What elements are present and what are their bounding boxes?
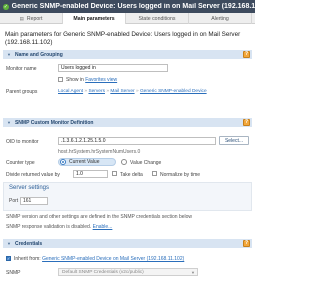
report-icon: ▤ [19,15,24,21]
section-title: SNMP Custom Monitor Definition [14,119,94,126]
inherit-credentials-checkbox[interactable]: ✓ [6,256,11,261]
tab-report-label: Report [26,15,43,22]
divide-label: Divide returned value by [6,172,60,178]
section-header-snmp-definition[interactable]: ▼ SNMP Custom Monitor Definition ? [3,118,252,127]
counter-change-label: Value Change [130,160,162,166]
tab-main-parameters-label: Main parameters [73,15,115,22]
oid-label: OID to monitor [6,139,39,145]
tab-report[interactable]: ▤ Report [0,13,63,24]
tab-alerting-label: Alerting [211,15,229,22]
counter-current-radio[interactable] [60,159,66,165]
counter-current-option[interactable]: Current Value [58,158,116,166]
collapse-arrow-icon: ▼ [7,120,11,125]
port-label: Port [9,198,19,204]
status-ok-icon: ✓ [3,3,9,10]
counter-type-label: Counter type [6,160,35,166]
take-delta-label: Take delta [120,172,143,178]
chevron-down-icon: ▼ [191,270,195,275]
select-oid-button[interactable]: Select... [219,136,249,145]
oid-name-text: host.hrSystem.hrSystemNumUsers.0 [58,149,141,155]
port-input[interactable]: 161 [20,197,48,205]
show-in-favorites-checkbox[interactable] [58,77,63,82]
tab-alerting[interactable]: Alerting [189,13,252,24]
breadcrumb-servers[interactable]: Servers [88,89,105,94]
breadcrumb-separator: » [135,89,139,94]
counter-change-radio[interactable] [121,159,127,165]
tab-bar: ▤ Report Main parameters State condition… [0,13,255,24]
section-header-credentials[interactable]: ▼ Credentials ? [3,239,252,248]
server-settings-panel: Server settings Port 161 [3,182,252,211]
oid-input[interactable]: .1.3.6.1.2.1.25.1.5.0 [58,137,216,145]
server-settings-title: Server settings [9,185,50,191]
validation-status: SNMP response validation is disabled. En… [6,224,113,230]
help-icon[interactable]: ? [243,119,250,126]
breadcrumb-separator: » [84,89,88,94]
monitor-name-label: Monitor name [6,66,37,72]
title-bar: ✓ Generic SNMP-enabled Device: Users log… [0,0,255,13]
help-icon[interactable]: ? [243,51,250,58]
take-delta-checkbox[interactable] [112,171,117,176]
collapse-arrow-icon: ▼ [7,241,11,246]
inherit-from-text: Inherit from: Generic SNMP-enabled Devic… [14,256,185,262]
breadcrumb-separator: » [106,89,109,94]
page-title: Main parameters for Generic SNMP-enabled… [5,31,241,46]
breadcrumb: Local Agent » Servers » Mail Server » Ge… [58,89,207,94]
divide-input[interactable]: 1.0 [73,170,108,178]
section-title: Name and Grouping [14,51,63,58]
help-icon[interactable]: ? [243,240,250,247]
breadcrumb-mail-server[interactable]: Mail Server [110,89,134,94]
snmp-credentials-value: Default SNMP Credentials (v2c/public) [62,270,144,275]
normalize-checkbox[interactable] [152,171,157,176]
snmp-settings-note: SNMP version and other settings are defi… [6,214,193,220]
show-in-favorites-label: Show in Favorites view [66,77,118,83]
snmp-credentials-label: SNMP [6,270,21,276]
inherit-source-link[interactable]: Generic SNMP-enabled Device on Mail Serv… [42,256,184,262]
parent-groups-label: Parent groups [6,89,38,95]
monitor-name-input[interactable]: Users logged in [58,64,168,72]
normalize-label: Normalize by time [160,172,201,178]
tab-state-conditions-label: State conditions [138,15,176,22]
collapse-arrow-icon: ▼ [7,52,11,57]
tab-main-parameters[interactable]: Main parameters [63,13,126,24]
tab-state-conditions[interactable]: State conditions [126,13,189,24]
snmp-credentials-select[interactable]: Default SNMP Credentials (v2c/public) ▼ [58,268,198,276]
section-title: Credentials [14,240,43,247]
favorites-view-link[interactable]: Favorites view [85,77,117,83]
section-header-name-grouping[interactable]: ▼ Name and Grouping ? [3,50,252,59]
breadcrumb-device[interactable]: Generic SNMP-enabled Device [140,89,207,94]
window-title: Generic SNMP-enabled Device: Users logge… [11,3,255,10]
counter-current-label: Current Value [69,159,100,165]
enable-validation-link[interactable]: Enable... [93,224,113,230]
breadcrumb-local-agent[interactable]: Local Agent [58,89,83,94]
